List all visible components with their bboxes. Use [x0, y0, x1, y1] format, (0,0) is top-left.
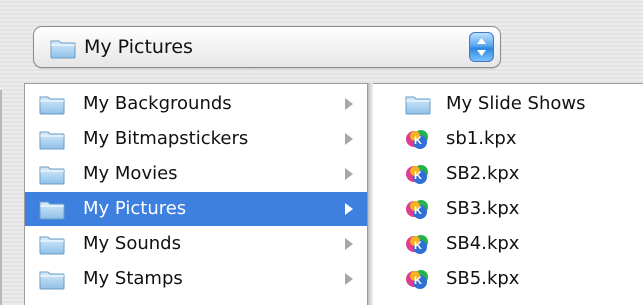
file-item-label: SB5.kpx: [446, 268, 520, 289]
folder-item[interactable]: My Movies: [25, 157, 367, 191]
file-item-label: SB2.kpx: [446, 163, 520, 184]
folder-item-label: My Pictures: [83, 198, 187, 219]
file-item-label: SB4.kpx: [446, 233, 520, 254]
kpx-file-icon: [404, 197, 432, 221]
folder-item-label: My Sounds: [83, 233, 181, 254]
file-item[interactable]: SB3.kpx: [374, 192, 643, 226]
folder-item[interactable]: My Slide Shows: [374, 87, 643, 121]
disclosure-arrow-icon: [345, 133, 353, 145]
file-item-label: My Slide Shows: [446, 93, 586, 114]
folder-icon: [38, 162, 66, 186]
folder-item[interactable]: My Bitmapstickers: [25, 122, 367, 156]
folder-item[interactable]: My Pictures: [25, 192, 367, 226]
disclosure-arrow-icon: [345, 203, 353, 215]
folder-icon: [49, 36, 77, 60]
folder-icon: [38, 92, 66, 116]
file-item[interactable]: SB4.kpx: [374, 227, 643, 261]
file-item[interactable]: SB2.kpx: [374, 157, 643, 191]
folder-icon: [38, 267, 66, 291]
folder-item[interactable]: My Backgrounds: [25, 87, 367, 121]
folder-item[interactable]: My Stamps: [25, 262, 367, 296]
folder-item-label: My Bitmapstickers: [83, 128, 249, 149]
folder-icon: [38, 232, 66, 256]
popup-arrows-icon[interactable]: [469, 32, 494, 62]
location-popup-label: My Pictures: [84, 36, 193, 58]
folder-icon: [38, 127, 66, 151]
disclosure-arrow-icon: [345, 98, 353, 110]
file-item-label: sb1.kpx: [446, 128, 517, 149]
file-item-label: SB3.kpx: [446, 198, 520, 219]
location-popup[interactable]: My Pictures: [33, 26, 501, 68]
folder-item-label: My Movies: [83, 163, 178, 184]
folder-item-label: My Stamps: [83, 268, 183, 289]
column-left-edge: [0, 90, 2, 305]
file-item[interactable]: SB5.kpx: [374, 262, 643, 296]
kpx-file-icon: [404, 162, 432, 186]
column-divider[interactable]: [367, 83, 373, 305]
file-item[interactable]: sb1.kpx: [374, 122, 643, 156]
folder-item[interactable]: My Sounds: [25, 227, 367, 261]
folder-item-label: My Backgrounds: [83, 93, 232, 114]
disclosure-arrow-icon: [345, 273, 353, 285]
kpx-file-icon: [404, 127, 432, 151]
folder-icon: [38, 197, 66, 221]
kpx-file-icon: [404, 232, 432, 256]
disclosure-arrow-icon: [345, 238, 353, 250]
kpx-file-icon: [404, 267, 432, 291]
folder-icon: [404, 92, 432, 116]
disclosure-arrow-icon: [345, 168, 353, 180]
